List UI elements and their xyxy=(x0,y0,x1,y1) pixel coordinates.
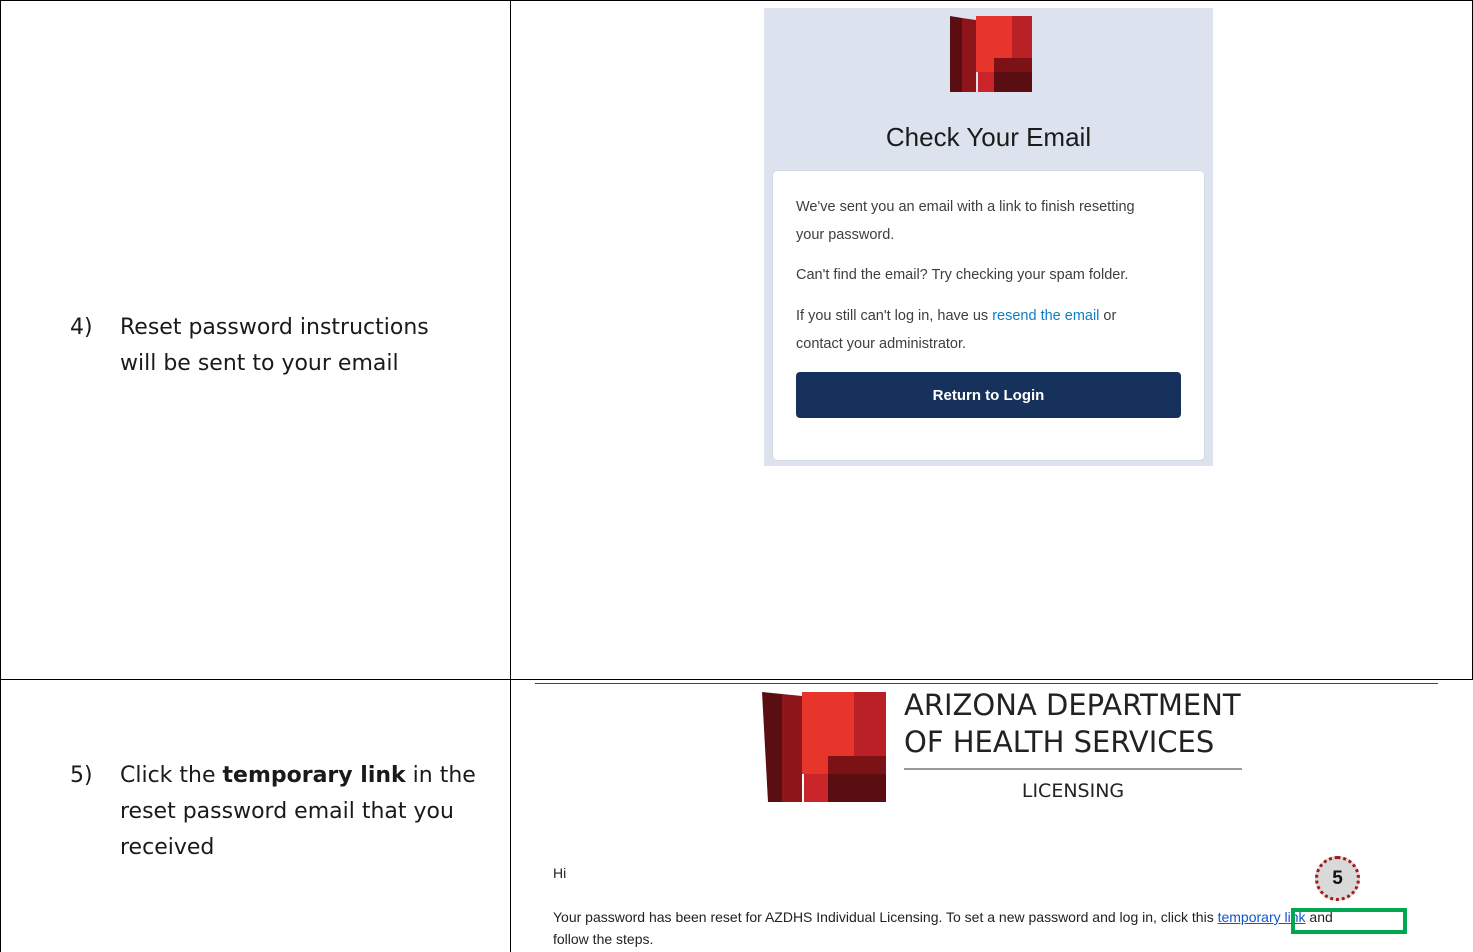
resend-pre: If you still can't log in, have us xyxy=(796,308,993,324)
resend-post: or xyxy=(1099,308,1117,324)
step-text-line: received xyxy=(120,835,215,860)
check-email-resend-text: If you still can't log in, have us resen… xyxy=(796,302,1176,358)
brand-line-2: OF HEALTH SERVICES xyxy=(904,725,1215,759)
step-text-pre: Click the xyxy=(120,763,223,788)
step-text-bold: temporary link xyxy=(222,763,406,788)
brand-subtitle: LICENSING xyxy=(1021,780,1125,802)
check-email-spam-hint: Can't find the email? Try checking your … xyxy=(796,267,1129,283)
resend-email-link[interactable]: resend the email xyxy=(992,308,1099,324)
step-number: 5) xyxy=(70,763,93,788)
step-text-post: in the xyxy=(405,763,476,788)
step-5-instruction: 5) Click the temporary link in the reset… xyxy=(70,758,500,878)
step-text-line: Reset password instructions xyxy=(120,315,429,340)
table-row-divider xyxy=(0,679,1473,680)
email-image-top-rule xyxy=(535,683,1438,684)
email-body-line: follow the steps. xyxy=(553,931,654,947)
email-greeting: Hi xyxy=(553,865,567,881)
temporary-link-highlight xyxy=(1291,908,1407,934)
azdhs-logo-icon xyxy=(950,16,1032,92)
step-4-instruction: 4) Reset password instructions will be s… xyxy=(70,310,490,390)
step-text: Click the temporary link in the reset pa… xyxy=(120,758,476,866)
message-line: your password. xyxy=(796,227,895,243)
message-line: contact your administrator. xyxy=(796,336,967,352)
email-body-pre: Your password has been reset for AZDHS I… xyxy=(553,909,1218,925)
check-email-message: We've sent you an email with a link to f… xyxy=(796,193,1176,249)
brand-divider xyxy=(904,768,1242,770)
step-badge: 5 xyxy=(1315,856,1360,901)
step-number: 4) xyxy=(70,315,93,340)
table-border-top xyxy=(0,0,1473,1)
brand-line-1: ARIZONA DEPARTMENT xyxy=(904,688,1241,722)
check-email-title: Check Your Email xyxy=(885,122,1092,152)
message-line: We've sent you an email with a link to f… xyxy=(796,199,1135,215)
azdhs-logo-icon xyxy=(762,692,886,802)
table-border-left xyxy=(0,0,1,952)
return-to-login-button[interactable]: Return to Login xyxy=(796,372,1181,418)
step-text-line: will be sent to your email xyxy=(120,351,399,376)
step-text: Reset password instructions will be sent… xyxy=(120,310,429,382)
table-column-divider xyxy=(510,0,511,952)
step-text-line: reset password email that you xyxy=(120,799,454,824)
